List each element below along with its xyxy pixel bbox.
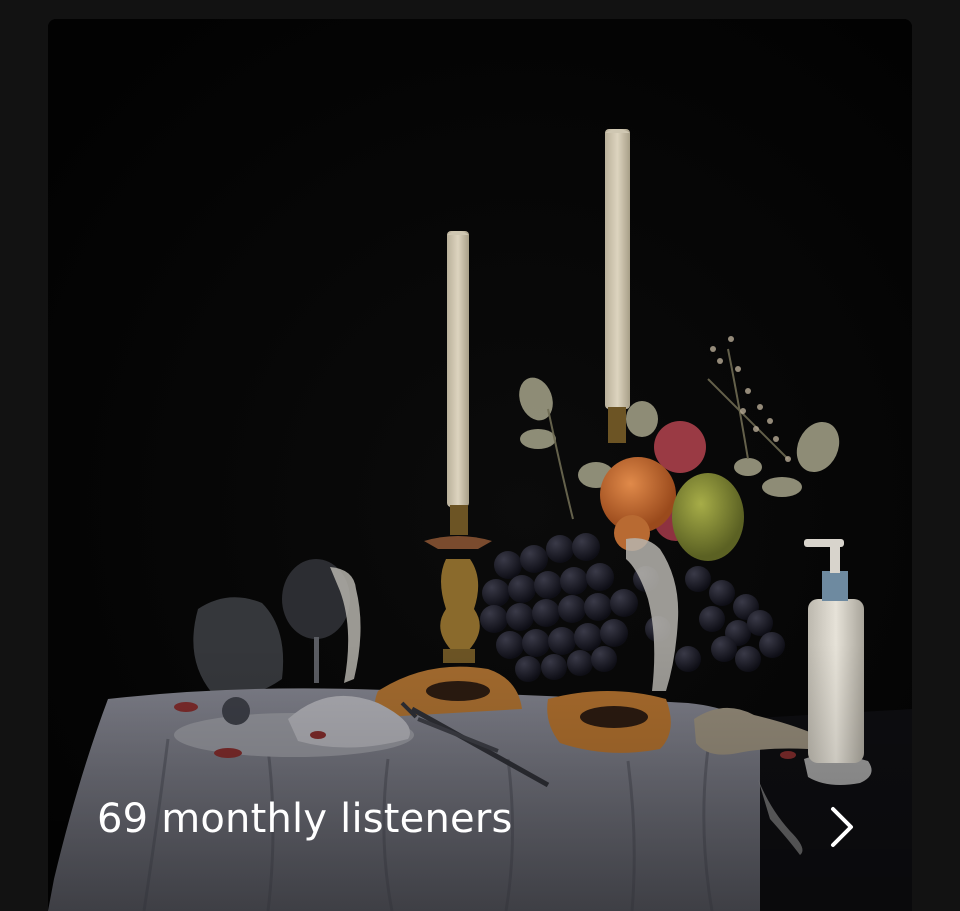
artist-about-card[interactable]: 69 monthly listeners [48, 19, 912, 911]
chevron-right-icon[interactable] [818, 803, 866, 851]
artist-artwork-image [48, 19, 912, 911]
monthly-listeners-label: 69 monthly listeners [97, 796, 513, 842]
